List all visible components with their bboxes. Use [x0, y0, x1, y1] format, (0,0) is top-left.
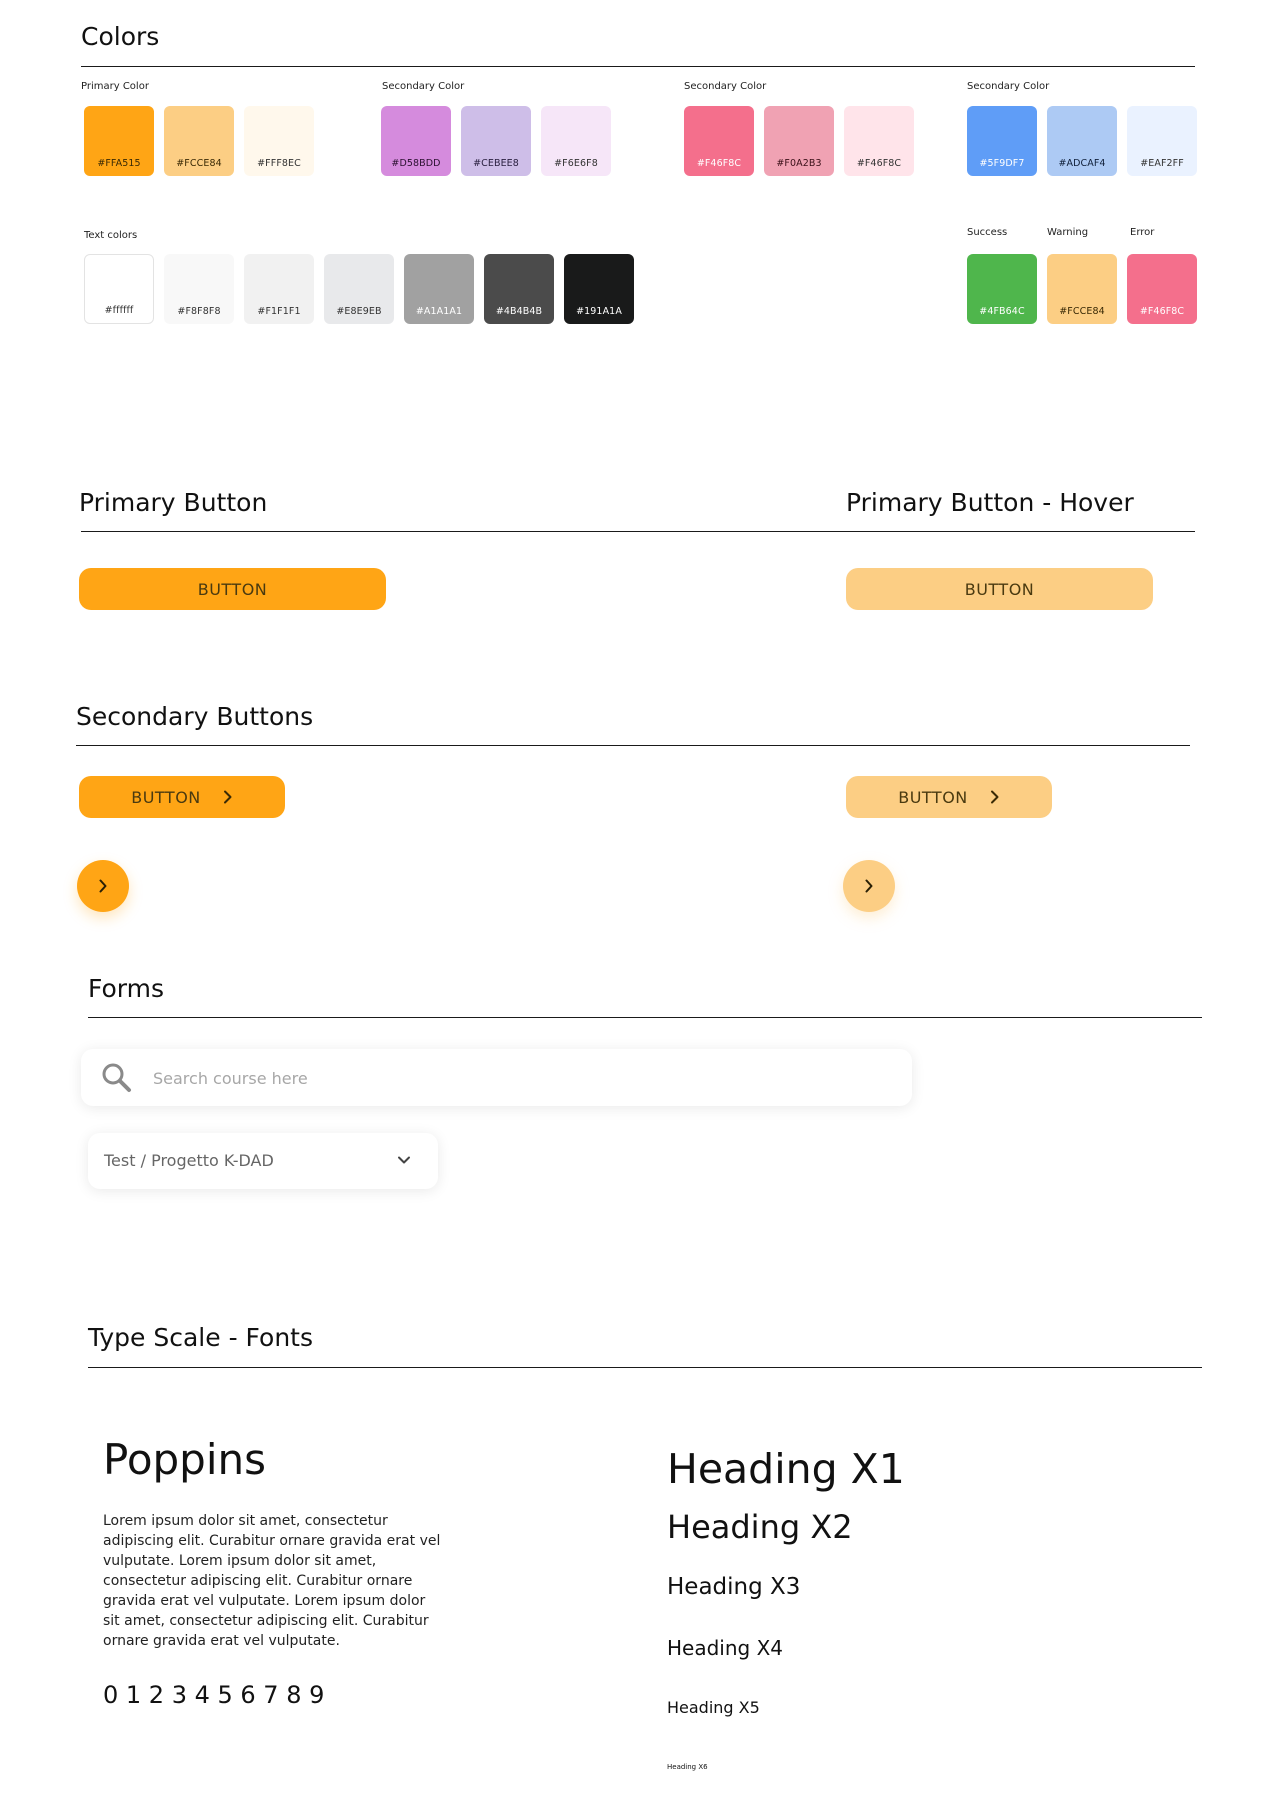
color-swatch: #F46F8C [684, 106, 754, 176]
swatch-hex-label: #FFA515 [97, 158, 141, 169]
swatch-hex-label: #CEBEE8 [473, 158, 519, 169]
text-color-swatch: #F8F8F8 [164, 254, 234, 324]
font-name: Poppins [103, 1435, 267, 1484]
project-select[interactable]: Test / Progetto K-DAD [88, 1133, 438, 1189]
warning-swatch: #FCCE84 [1047, 254, 1117, 324]
chevron-right-icon [864, 879, 874, 893]
circle-next-button-hover[interactable] [843, 860, 895, 912]
type-scale-title: Type Scale - Fonts [88, 1323, 313, 1352]
swatch-hex-label: #5F9DF7 [979, 158, 1025, 169]
swatch-hex-label: #FFF8EC [257, 158, 301, 169]
color-swatch: #F46F8C [844, 106, 914, 176]
swatch-hex-label: #E8E9EB [336, 306, 382, 317]
text-color-swatch: #E8E9EB [324, 254, 394, 324]
lorem-paragraph: Lorem ipsum dolor sit amet, consectetur … [103, 1513, 441, 1649]
project-select-value: Test / Progetto K-DAD [104, 1151, 274, 1170]
color-swatch: #ADCAF4 [1047, 106, 1117, 176]
error-label: Error [1130, 227, 1155, 238]
search-box[interactable] [81, 1049, 912, 1108]
swatch-hex-label: #F46F8C [856, 158, 902, 169]
chevron-right-icon [98, 879, 108, 893]
forms-title: Forms [88, 974, 165, 1003]
text-color-swatch: #4B4B4B [484, 254, 554, 324]
color-swatch: #5F9DF7 [967, 106, 1037, 176]
heading-x1: Heading X1 [667, 1445, 905, 1493]
swatch-hex-label: #F46F8C [1139, 306, 1185, 317]
heading-x3: Heading X3 [667, 1574, 801, 1600]
colors-divider [81, 66, 1195, 67]
secondary-color-label-1: Secondary Color [382, 81, 465, 92]
swatch-hex-label: #F0A2B3 [776, 158, 822, 169]
swatch-hex-label: #FCCE84 [176, 158, 222, 169]
swatch-hex-label: #F1F1F1 [257, 306, 301, 317]
color-swatch: #D58BDD [381, 106, 451, 176]
digits-sample: 0 1 2 3 4 5 6 7 8 9 [103, 1681, 325, 1709]
secondary-button-label: BUTTON [131, 787, 201, 807]
swatch-hex-label: #4B4B4B [495, 306, 543, 317]
text-color-swatch: #ffffff [84, 254, 154, 324]
swatch-hex-label: #F46F8C [696, 158, 742, 169]
error-swatch: #F46F8C [1127, 254, 1197, 324]
heading-x4: Heading X4 [667, 1636, 784, 1660]
primary-button-hover[interactable]: BUTTON [846, 568, 1153, 610]
search-input[interactable] [151, 1049, 855, 1108]
primary-button[interactable]: BUTTON [79, 568, 386, 610]
color-swatch: #F0A2B3 [764, 106, 834, 176]
chevron-right-icon [990, 790, 1000, 804]
chevron-down-icon [397, 1155, 411, 1165]
heading-x6: Heading X6 [667, 1763, 708, 1771]
primary-button-divider [81, 531, 1195, 532]
colors-section-title: Colors [81, 22, 160, 51]
color-swatch: #FCCE84 [164, 106, 234, 176]
text-colors-label: Text colors [84, 230, 138, 241]
text-color-swatch: #191A1A [564, 254, 634, 324]
circle-next-button[interactable] [77, 860, 129, 912]
secondary-color-label-3: Secondary Color [967, 81, 1050, 92]
color-swatch: #FFA515 [84, 106, 154, 176]
secondary-buttons-title: Secondary Buttons [76, 702, 314, 731]
swatch-hex-label: #A1A1A1 [415, 306, 463, 317]
swatch-hex-label: #F8F8F8 [177, 306, 221, 317]
primary-button-hover-title: Primary Button - Hover [846, 488, 1134, 517]
forms-divider [88, 1017, 1202, 1018]
swatch-hex-label: #D58BDD [391, 158, 441, 169]
primary-color-label: Primary Color [81, 81, 149, 92]
secondary-button-hover[interactable]: BUTTON [846, 776, 1052, 818]
color-swatch: #EAF2FF [1127, 106, 1197, 176]
success-label: Success [967, 227, 1008, 238]
swatch-hex-label: #4FB64C [979, 306, 1025, 317]
swatch-hex-label: #F6E6F8 [554, 158, 598, 169]
secondary-button-hover-label: BUTTON [898, 787, 968, 807]
swatch-hex-label: #EAF2FF [1140, 158, 1184, 169]
primary-button-hover-label: BUTTON [964, 579, 1035, 599]
color-swatch: #F6E6F8 [541, 106, 611, 176]
heading-x5: Heading X5 [667, 1698, 760, 1717]
text-color-swatch: #F1F1F1 [244, 254, 314, 324]
primary-button-title: Primary Button [79, 488, 268, 517]
swatch-hex-label: #ADCAF4 [1058, 158, 1106, 169]
heading-x2: Heading X2 [667, 1508, 853, 1546]
type-scale-divider [88, 1367, 1202, 1368]
secondary-color-label-2: Secondary Color [684, 81, 767, 92]
secondary-button[interactable]: BUTTON [79, 776, 285, 818]
color-swatch: #CEBEE8 [461, 106, 531, 176]
swatch-hex-label: #191A1A [576, 306, 622, 317]
chevron-right-icon [223, 790, 233, 804]
color-swatch: #FFF8EC [244, 106, 314, 176]
success-swatch: #4FB64C [967, 254, 1037, 324]
warning-label: Warning [1047, 227, 1089, 238]
primary-button-label: BUTTON [197, 579, 268, 599]
secondary-buttons-divider [76, 745, 1190, 746]
search-icon [101, 1062, 133, 1094]
swatch-hex-label: #FCCE84 [1059, 306, 1105, 317]
text-color-swatch: #A1A1A1 [404, 254, 474, 324]
swatch-hex-label: #ffffff [104, 305, 134, 316]
